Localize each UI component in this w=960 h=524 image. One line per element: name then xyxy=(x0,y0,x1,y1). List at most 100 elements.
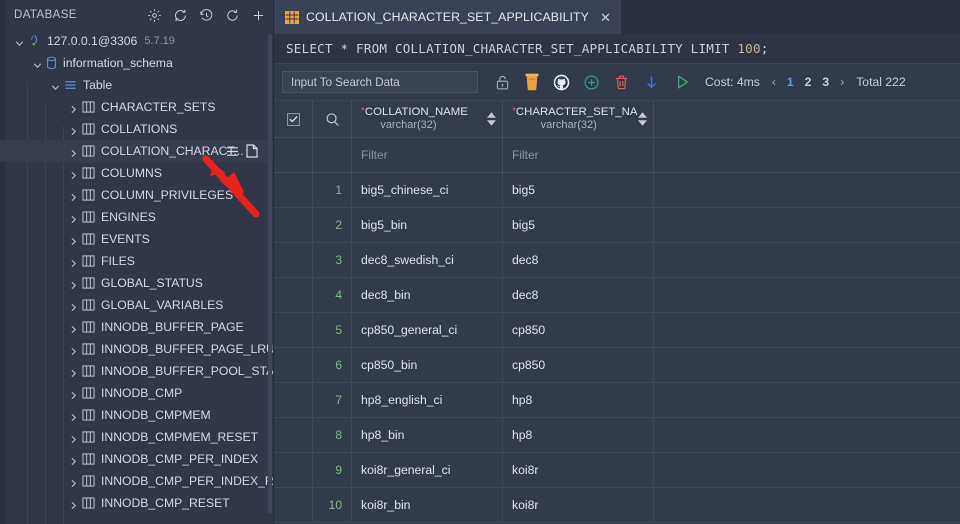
cell-character-set-name[interactable]: dec8 xyxy=(503,278,654,312)
tree-table-row[interactable]: GLOBAL_VARIABLES xyxy=(0,294,274,316)
select-all-cell[interactable] xyxy=(274,101,313,137)
list-lines-icon[interactable] xyxy=(226,146,239,157)
tree-table-group-row[interactable]: Table xyxy=(0,74,274,96)
history-icon[interactable] xyxy=(199,8,214,23)
download-icon[interactable] xyxy=(643,74,660,91)
cell-character-set-name[interactable]: dec8 xyxy=(503,243,654,277)
table-row[interactable]: 6 cp850_bin cp850 xyxy=(274,348,960,383)
chevron-down-icon[interactable] xyxy=(14,36,25,47)
row-select-cell[interactable] xyxy=(274,313,313,347)
tab-collation-character-set-applicability[interactable]: COLLATION_CHARACTER_SET_APPLICABILITY ✕ xyxy=(274,0,621,34)
tree-table-row[interactable]: COLLATION_CHARACT... xyxy=(0,140,274,162)
chevron-right-icon[interactable] xyxy=(68,410,79,421)
chevron-right-icon[interactable] xyxy=(68,432,79,443)
row-select-cell[interactable] xyxy=(274,278,313,312)
tree-table-row[interactable]: CHARACTER_SETS xyxy=(0,96,274,118)
tree-table-row[interactable]: ENGINES xyxy=(0,206,274,228)
select-all-checkbox[interactable] xyxy=(286,112,300,126)
row-select-cell[interactable] xyxy=(274,243,313,277)
table-row[interactable]: 2 big5_bin big5 xyxy=(274,208,960,243)
cell-collation-name[interactable]: dec8_bin xyxy=(352,278,503,312)
cell-collation-name[interactable]: cp850_bin xyxy=(352,348,503,382)
tree-table-row[interactable]: GLOBAL_STATUS xyxy=(0,272,274,294)
cell-collation-name[interactable]: hp8_bin xyxy=(352,418,503,452)
sidebar-scrollbar[interactable] xyxy=(268,34,272,514)
tree-table-row[interactable]: COLUMN_PRIVILEGES xyxy=(0,184,274,206)
tree-table-row[interactable]: COLUMNS xyxy=(0,162,274,184)
page-1-button[interactable]: 1 xyxy=(787,75,794,89)
row-select-cell[interactable] xyxy=(274,208,313,242)
row-select-cell[interactable] xyxy=(274,173,313,207)
chevron-right-icon[interactable] xyxy=(68,278,79,289)
chevron-down-icon[interactable] xyxy=(32,58,43,69)
tree-table-row[interactable]: INNODB_CMPMEM_RESET xyxy=(0,426,274,448)
chevron-down-icon[interactable] xyxy=(50,80,61,91)
add-circle-icon[interactable] xyxy=(583,74,600,91)
chevron-right-icon[interactable] xyxy=(68,454,79,465)
page-2-button[interactable]: 2 xyxy=(805,75,812,89)
row-select-cell[interactable] xyxy=(274,348,313,382)
chevron-right-icon[interactable] xyxy=(68,256,79,267)
prev-page-button[interactable]: ‹ xyxy=(772,75,776,89)
next-page-button[interactable]: › xyxy=(840,75,844,89)
cell-character-set-name[interactable]: koi8r xyxy=(503,488,654,522)
cell-collation-name[interactable]: hp8_english_ci xyxy=(352,383,503,417)
tree-table-row[interactable]: FILES xyxy=(0,250,274,272)
chevron-right-icon[interactable] xyxy=(68,212,79,223)
run-icon[interactable] xyxy=(673,73,691,91)
cell-collation-name[interactable]: koi8r_general_ci xyxy=(352,453,503,487)
chevron-right-icon[interactable] xyxy=(68,234,79,245)
column-sort-toggle[interactable] xyxy=(638,112,647,126)
chevron-right-icon[interactable] xyxy=(68,124,79,135)
row-select-cell[interactable] xyxy=(274,488,313,522)
close-icon[interactable]: ✕ xyxy=(600,11,611,24)
chevron-right-icon[interactable] xyxy=(68,102,79,113)
refresh-icon[interactable] xyxy=(225,8,240,23)
row-select-cell[interactable] xyxy=(274,418,313,452)
chevron-right-icon[interactable] xyxy=(68,146,79,157)
github-icon[interactable] xyxy=(553,74,570,91)
lock-icon[interactable] xyxy=(494,74,511,91)
table-row[interactable]: 8 hp8_bin hp8 xyxy=(274,418,960,453)
table-row[interactable]: 9 koi8r_general_ci koi8r xyxy=(274,453,960,488)
row-select-cell[interactable] xyxy=(274,453,313,487)
table-row[interactable]: 7 hp8_english_ci hp8 xyxy=(274,383,960,418)
tree-table-row[interactable]: COLLATIONS xyxy=(0,118,274,140)
chevron-right-icon[interactable] xyxy=(68,168,79,179)
tree-table-row[interactable]: INNODB_CMP_PER_INDEX_RE... xyxy=(0,470,274,492)
table-row[interactable]: 5 cp850_general_ci cp850 xyxy=(274,313,960,348)
search-icon[interactable] xyxy=(325,112,340,127)
chevron-right-icon[interactable] xyxy=(68,366,79,377)
add-icon[interactable] xyxy=(251,8,266,23)
cell-character-set-name[interactable]: big5 xyxy=(503,208,654,242)
search-data-box[interactable] xyxy=(282,71,478,93)
cell-character-set-name[interactable]: cp850 xyxy=(503,348,654,382)
grid-column-header[interactable]: *COLLATION_NAME varchar(32) xyxy=(352,101,503,137)
tree-table-row[interactable]: INNODB_BUFFER_PAGE xyxy=(0,316,274,338)
tree-table-row[interactable]: INNODB_CMPMEM xyxy=(0,404,274,426)
page-3-button[interactable]: 3 xyxy=(822,75,829,89)
cell-character-set-name[interactable]: cp850 xyxy=(503,313,654,347)
cell-character-set-name[interactable]: hp8 xyxy=(503,383,654,417)
tree-table-row[interactable]: INNODB_BUFFER_POOL_STAT... xyxy=(0,360,274,382)
document-icon[interactable] xyxy=(246,144,258,158)
grid-search-cell[interactable] xyxy=(313,101,352,137)
cell-collation-name[interactable]: koi8r_bin xyxy=(352,488,503,522)
chevron-right-icon[interactable] xyxy=(68,322,79,333)
chevron-right-icon[interactable] xyxy=(68,300,79,311)
table-row[interactable]: 4 dec8_bin dec8 xyxy=(274,278,960,313)
filter-cell-collation-name[interactable]: Filter xyxy=(352,138,503,172)
tree-table-row[interactable]: INNODB_BUFFER_PAGE_LRU xyxy=(0,338,274,360)
filter-cell-character-set-name[interactable]: Filter xyxy=(503,138,654,172)
chevron-right-icon[interactable] xyxy=(68,498,79,509)
cell-collation-name[interactable]: big5_bin xyxy=(352,208,503,242)
cell-character-set-name[interactable]: koi8r xyxy=(503,453,654,487)
chevron-right-icon[interactable] xyxy=(68,344,79,355)
grid-column-header[interactable]: *CHARACTER_SET_NA varchar(32) xyxy=(503,101,654,137)
table-row[interactable]: 3 dec8_swedish_ci dec8 xyxy=(274,243,960,278)
cell-collation-name[interactable]: dec8_swedish_ci xyxy=(352,243,503,277)
cell-collation-name[interactable]: cp850_general_ci xyxy=(352,313,503,347)
cell-character-set-name[interactable]: big5 xyxy=(503,173,654,207)
tree-table-row[interactable]: EVENTS xyxy=(0,228,274,250)
search-input[interactable] xyxy=(291,75,469,89)
